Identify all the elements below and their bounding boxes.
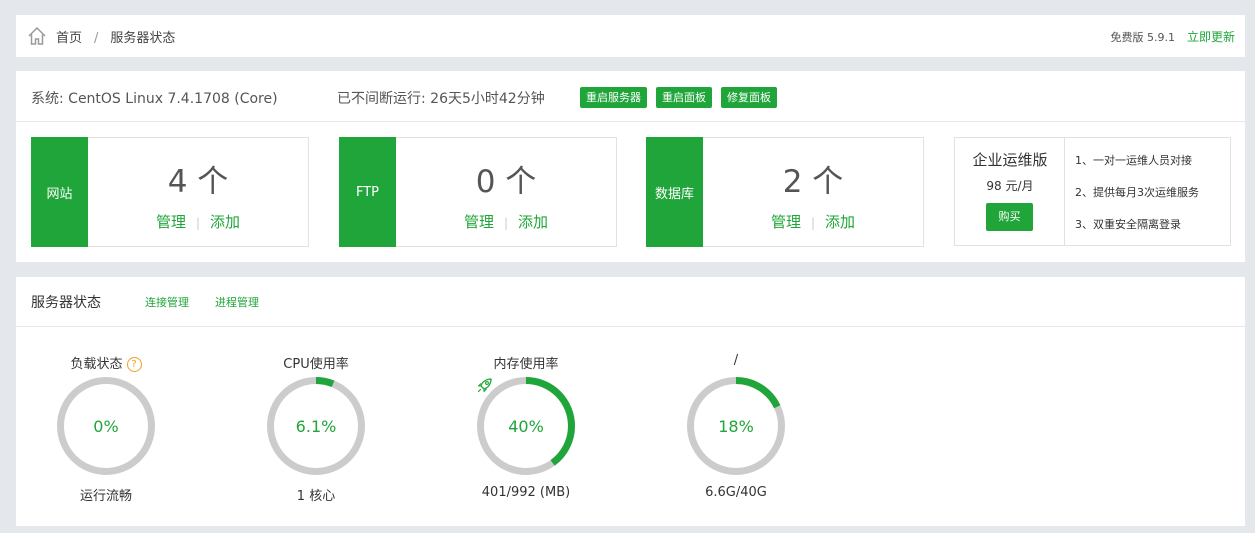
- enterprise-feature: 3、双重安全隔离登录: [1075, 218, 1181, 231]
- load-gauge[interactable]: 负载状态? 0% 运行流畅: [16, 353, 196, 504]
- card-label: 网站: [31, 137, 88, 247]
- enterprise-card: 企业运维版 98 元/月 购买 1、一对一运维人员对接 2、提供每月3次运维服务…: [954, 137, 1231, 246]
- gauge-title: 负载状态?: [16, 353, 196, 372]
- repair-panel-button[interactable]: 修复面板: [721, 87, 777, 108]
- breadcrumb: 首页 / 服务器状态: [56, 27, 175, 46]
- enterprise-price: 98 元/月: [986, 179, 1034, 193]
- rocket-icon[interactable]: [476, 376, 494, 394]
- server-status-panel: 服务器状态 连接管理 进程管理 负载状态? 0% 运行流畅 CPU使用率 6.1…: [16, 277, 1245, 526]
- gauge-ring: 40%: [476, 376, 576, 476]
- status-title: 服务器状态: [31, 295, 101, 311]
- website-card: 网站 4 个 管理 | 添加: [31, 137, 309, 247]
- process-manage-link[interactable]: 进程管理: [215, 294, 259, 310]
- card-links: 管理 | 添加: [396, 211, 616, 232]
- add-link[interactable]: 添加: [518, 213, 548, 231]
- gauge-value: 0%: [93, 417, 119, 436]
- enterprise-feature: 2、提供每月3次运维服务: [1075, 186, 1199, 199]
- system-info-row: 系统: CentOS Linux 7.4.1708 (Core) 已不间断运行:…: [16, 71, 1245, 122]
- help-icon[interactable]: ?: [126, 357, 142, 372]
- card-count: 0 个: [475, 164, 537, 200]
- manage-link[interactable]: 管理: [464, 213, 494, 231]
- gauge-title: CPU使用率: [283, 357, 349, 372]
- enterprise-feature: 1、一对一运维人员对接: [1075, 154, 1192, 167]
- card-links: 管理 | 添加: [88, 211, 308, 232]
- gauge-ring: 0%: [56, 376, 156, 476]
- gauge-ring: 18%: [686, 376, 786, 476]
- breadcrumb-current: 服务器状态: [110, 31, 176, 46]
- system-panel: 系统: CentOS Linux 7.4.1708 (Core) 已不间断运行:…: [16, 71, 1245, 262]
- update-now-link[interactable]: 立即更新: [1187, 28, 1235, 45]
- home-icon[interactable]: [27, 26, 47, 46]
- link-separator: |: [195, 216, 201, 230]
- system-os: 系统: CentOS Linux 7.4.1708 (Core): [31, 91, 278, 107]
- breadcrumb-home[interactable]: 首页: [56, 31, 82, 46]
- gauge-value: 18%: [718, 417, 754, 436]
- breadcrumb-bar: 首页 / 服务器状态 免费版 5.9.1 立即更新: [16, 15, 1245, 57]
- card-label: 数据库: [646, 137, 703, 247]
- add-link[interactable]: 添加: [210, 213, 240, 231]
- restart-server-button[interactable]: 重启服务器: [580, 87, 647, 108]
- system-uptime: 已不间断运行: 26天5小时42分钟: [337, 91, 545, 107]
- gauge-ring: 6.1%: [266, 376, 366, 476]
- card-links: 管理 | 添加: [703, 211, 923, 232]
- link-separator: |: [810, 216, 816, 230]
- link-separator: |: [503, 216, 509, 230]
- manage-link[interactable]: 管理: [156, 213, 186, 231]
- gauge-value: 6.1%: [295, 417, 337, 436]
- card-count: 4 个: [167, 164, 229, 200]
- buy-button[interactable]: 购买: [986, 203, 1033, 231]
- gauge-value: 40%: [508, 417, 544, 436]
- add-link[interactable]: 添加: [825, 213, 855, 231]
- gauge-subtext: 401/992 (MB): [481, 485, 571, 500]
- enterprise-summary: 企业运维版 98 元/月 购买: [955, 138, 1065, 245]
- gauge-subtext: 1 核心: [296, 489, 336, 504]
- cpu-gauge[interactable]: CPU使用率 6.1% 1 核心: [226, 353, 406, 504]
- card-label: FTP: [339, 137, 396, 247]
- connection-manage-link[interactable]: 连接管理: [145, 294, 189, 310]
- gauge-title-text: 负载状态: [70, 357, 123, 372]
- gauge-title: /: [733, 353, 739, 368]
- restart-panel-button[interactable]: 重启面板: [656, 87, 712, 108]
- breadcrumb-separator: /: [94, 31, 99, 46]
- gauge-subtext: 6.6G/40G: [705, 485, 767, 500]
- ftp-card: FTP 0 个 管理 | 添加: [339, 137, 617, 247]
- status-header: 服务器状态 连接管理 进程管理: [16, 277, 1245, 327]
- gauge-title: 内存使用率: [493, 357, 559, 372]
- disk-gauge[interactable]: / 18% 6.6G/40G: [646, 353, 826, 503]
- manage-link[interactable]: 管理: [771, 213, 801, 231]
- card-count: 2 个: [782, 164, 844, 200]
- gauge-subtext: 运行流畅: [79, 489, 132, 504]
- version-text: 免费版 5.9.1: [1110, 31, 1176, 44]
- database-card: 数据库 2 个 管理 | 添加: [646, 137, 924, 247]
- memory-gauge[interactable]: 内存使用率 40% 401/992 (MB): [436, 353, 616, 503]
- enterprise-title: 企业运维版: [972, 151, 1048, 169]
